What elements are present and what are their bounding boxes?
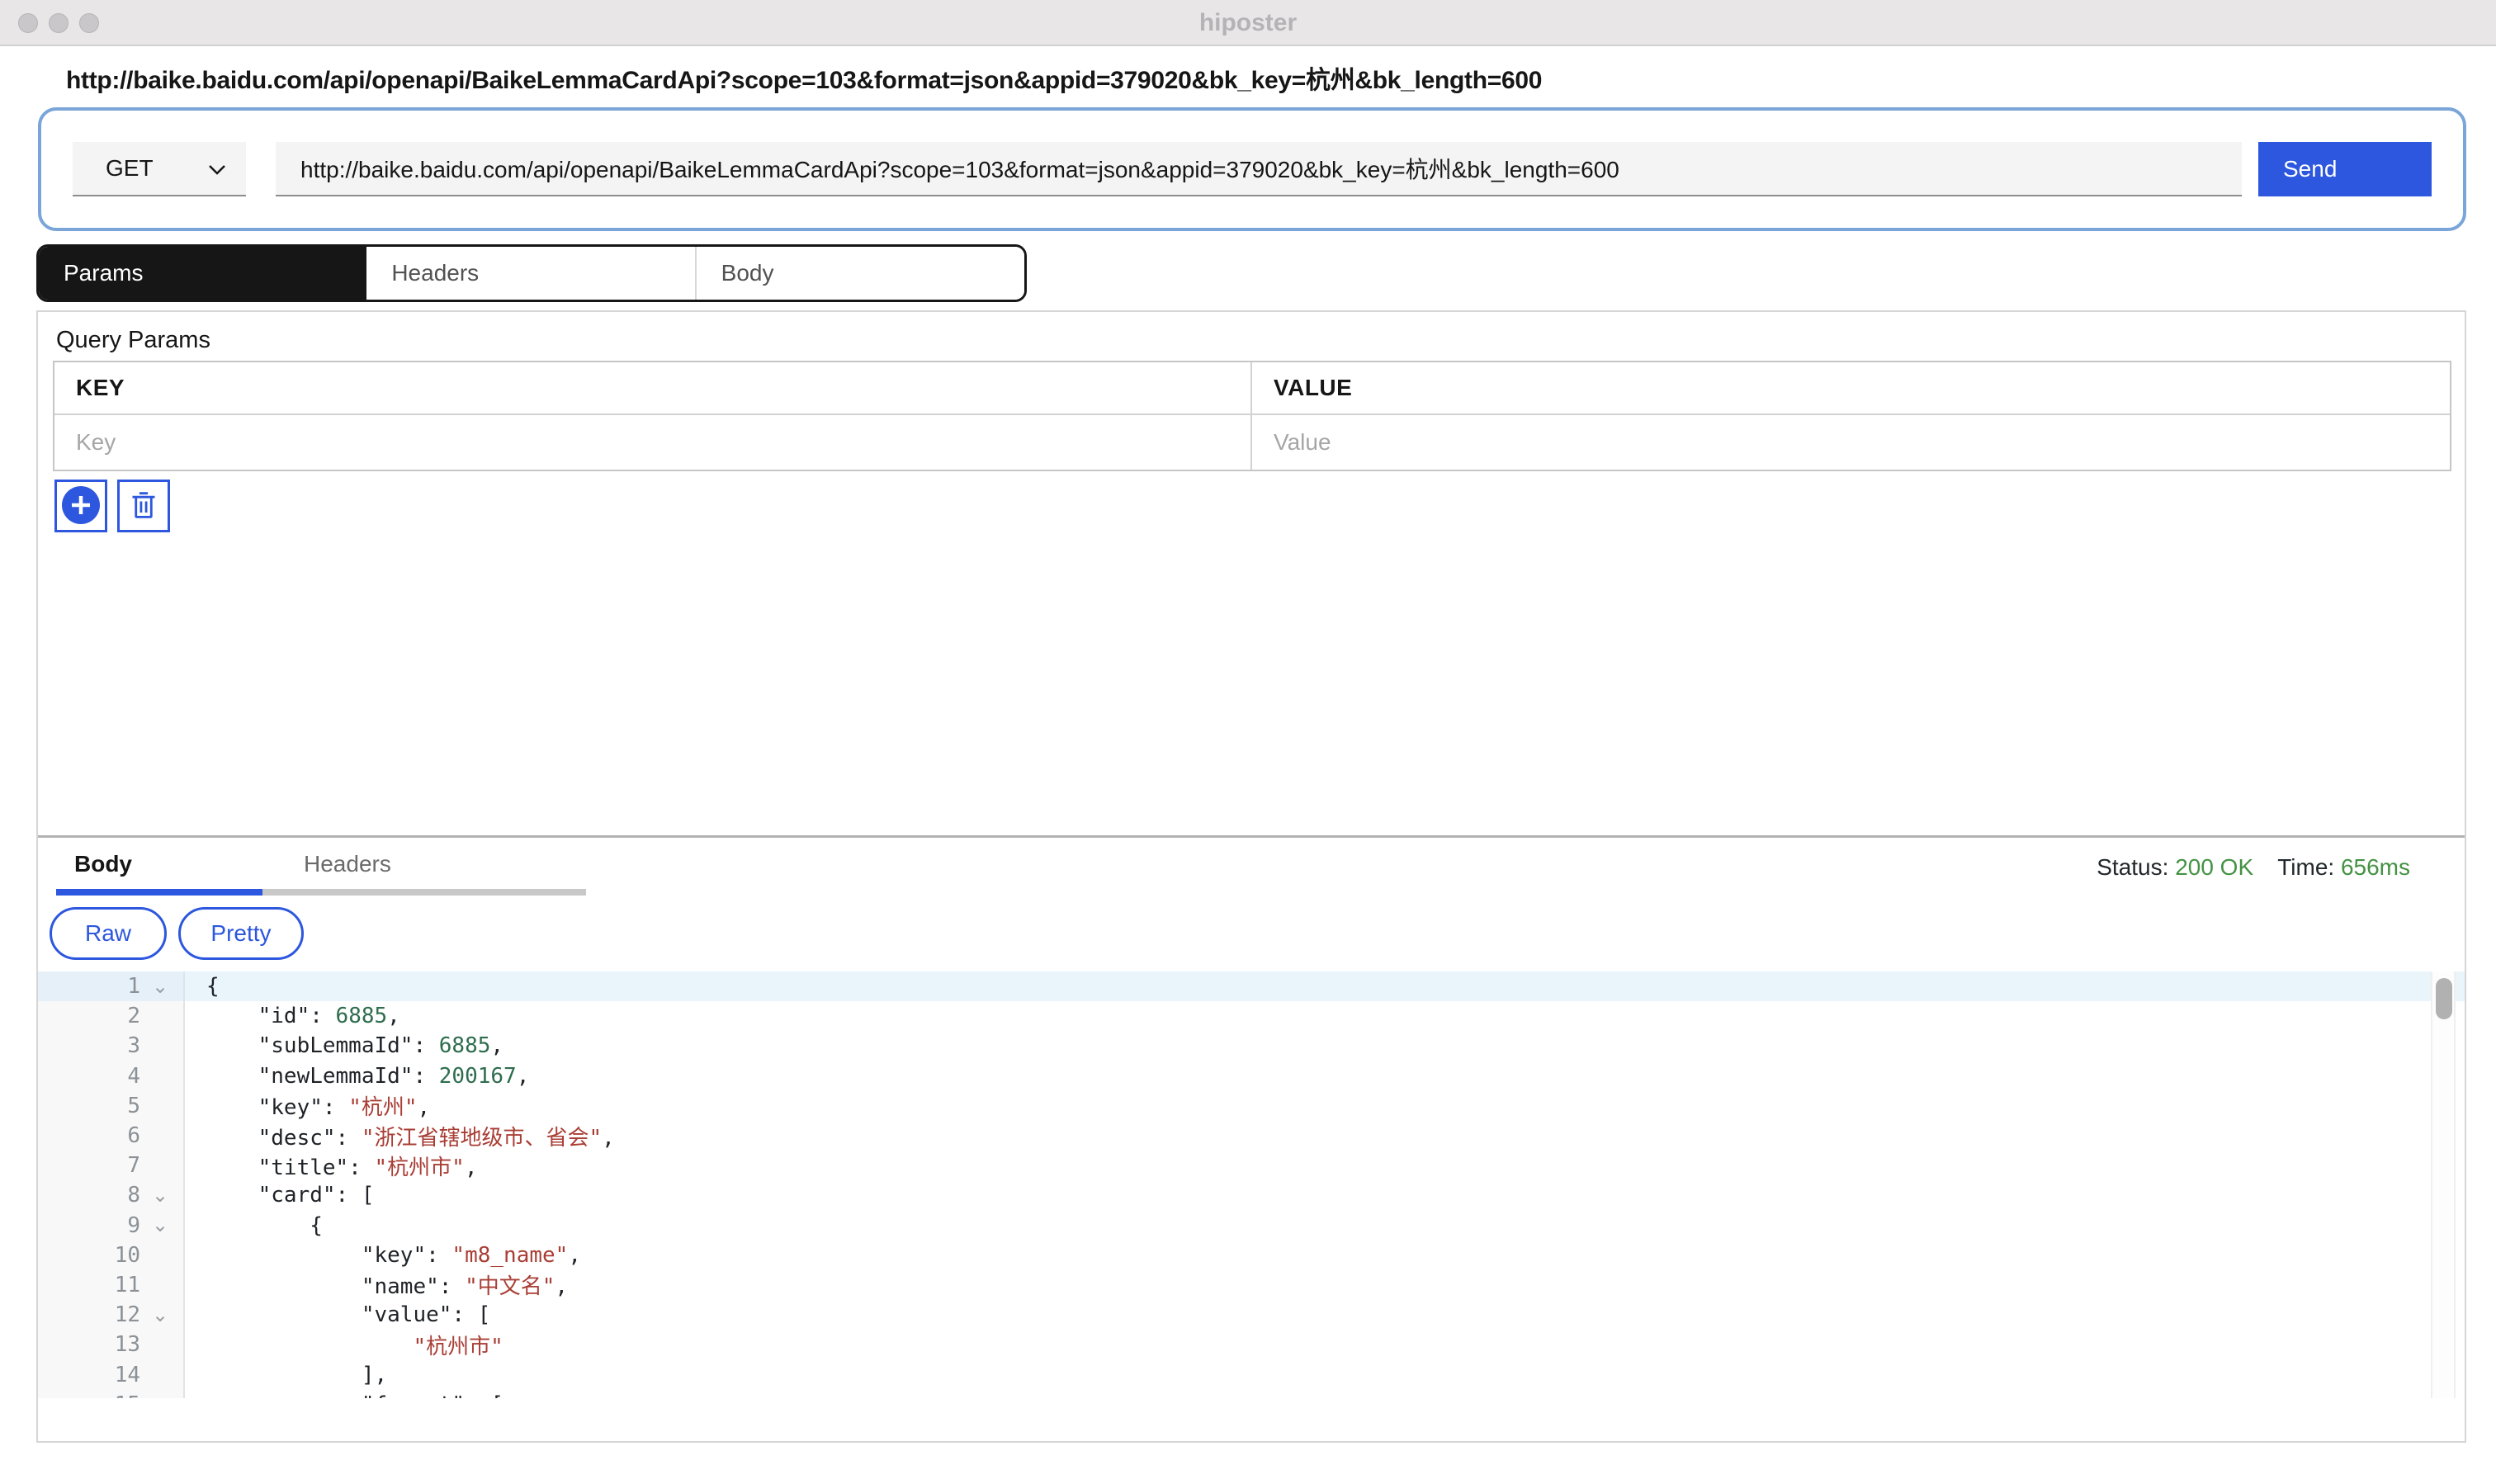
request-bar: GET Send — [38, 107, 2466, 231]
code-line: 15 "format": [ — [38, 1390, 2465, 1398]
code-line: 11 "name": "中文名", — [38, 1270, 2465, 1300]
code-line: 3 "subLemmaId": 6885, — [38, 1031, 2465, 1061]
tab-body[interactable]: Body — [695, 247, 1024, 300]
line-number-gutter: 14 — [38, 1359, 185, 1389]
response-tab-body-label: Body — [74, 851, 262, 889]
line-number-gutter: 7 — [38, 1151, 185, 1180]
line-number-gutter: 4 — [38, 1061, 185, 1091]
trash-icon — [129, 490, 158, 522]
code-text: { — [185, 974, 220, 999]
param-value-input[interactable] — [1274, 428, 2428, 457]
code-line: 5 "key": "杭州", — [38, 1091, 2465, 1121]
query-params-label: Query Params — [56, 327, 2451, 354]
line-number-gutter: 13 — [38, 1330, 185, 1359]
response-tab-body[interactable]: Body — [56, 838, 262, 896]
line-number-gutter: 11 — [38, 1270, 185, 1300]
window-title: hiposter — [0, 9, 2496, 37]
code-lines: 1⌄{2 "id": 6885,3 "subLemmaId": 6885,4 "… — [38, 971, 2465, 1398]
fold-chevron-icon[interactable]: ⌄ — [147, 1213, 183, 1237]
code-text: "desc": "浙江省辖地级市、省会", — [185, 1121, 615, 1151]
code-text: ], — [185, 1363, 387, 1387]
code-text: "key": "m8_name", — [185, 1243, 581, 1268]
window-titlebar: hiposter — [0, 0, 2496, 46]
code-line: 7 "title": "杭州市", — [38, 1151, 2465, 1180]
response-section: Body Headers Status: 200 OK Time: 656ms … — [38, 838, 2465, 1398]
status-label: Status: — [2097, 854, 2168, 880]
key-cell — [54, 415, 1252, 470]
line-number-gutter: 9⌄ — [38, 1211, 185, 1241]
chevron-down-icon — [208, 155, 226, 182]
add-param-button[interactable] — [54, 480, 107, 532]
code-text: "杭州市" — [185, 1330, 503, 1360]
response-status-line: Status: 200 OK Time: 656ms — [2097, 854, 2410, 881]
code-text: { — [185, 1213, 323, 1238]
line-number-gutter: 8⌄ — [38, 1180, 185, 1210]
fold-chevron-icon[interactable]: ⌄ — [147, 1184, 183, 1208]
method-select[interactable]: GET — [73, 142, 246, 196]
line-number-gutter: 2 — [38, 1001, 185, 1031]
column-header-key: KEY — [54, 362, 1252, 414]
response-tab-headers-label: Headers — [304, 851, 586, 889]
fold-chevron-icon[interactable]: ⌄ — [147, 1303, 183, 1327]
code-text: "name": "中文名", — [185, 1269, 568, 1300]
line-number-gutter: 12⌄ — [38, 1300, 185, 1330]
code-line: 10 "key": "m8_name", — [38, 1241, 2465, 1270]
query-params-section: Query Params KEY VALUE — [38, 312, 2465, 838]
response-body-code: 1⌄{2 "id": 6885,3 "subLemmaId": 6885,4 "… — [38, 971, 2465, 1398]
code-text: "card": [ — [185, 1183, 375, 1208]
code-line: 9⌄ { — [38, 1211, 2465, 1241]
send-button[interactable]: Send — [2258, 142, 2432, 196]
delete-param-button[interactable] — [117, 480, 170, 532]
code-line: 12⌄ "value": [ — [38, 1300, 2465, 1330]
main-panel: Query Params KEY VALUE — [36, 310, 2466, 1443]
code-text: "format": [ — [185, 1392, 503, 1398]
table-row — [54, 415, 2450, 470]
tab-params[interactable]: Params — [39, 247, 366, 300]
line-number-gutter: 6 — [38, 1121, 185, 1151]
request-tabs: Params Headers Body — [36, 244, 1027, 302]
line-number-gutter: 3 — [38, 1031, 185, 1061]
request-url-heading: http://baike.baidu.com/api/openapi/Baike… — [66, 59, 2496, 96]
code-text: "value": [ — [185, 1302, 490, 1327]
time-value: 656ms — [2341, 854, 2410, 880]
param-key-input[interactable] — [76, 428, 1229, 457]
code-line: 1⌄{ — [38, 971, 2465, 1001]
scrollbar-thumb[interactable] — [2436, 978, 2452, 1019]
line-number-gutter: 15 — [38, 1390, 185, 1398]
time-label: Time: — [2277, 854, 2334, 880]
fold-chevron-icon[interactable]: ⌄ — [147, 975, 183, 999]
response-view-buttons: Raw Pretty — [50, 907, 2465, 960]
raw-view-button[interactable]: Raw — [50, 907, 167, 960]
line-number-gutter: 5 — [38, 1091, 185, 1121]
status-value: 200 OK — [2175, 854, 2253, 880]
code-line: 6 "desc": "浙江省辖地级市、省会", — [38, 1121, 2465, 1151]
code-line: 8⌄ "card": [ — [38, 1180, 2465, 1210]
code-text: "subLemmaId": 6885, — [185, 1033, 503, 1058]
line-number-gutter: 1⌄ — [38, 971, 185, 1001]
param-row-buttons — [54, 480, 2451, 532]
code-text: "id": 6885, — [185, 1004, 400, 1028]
query-params-table: KEY VALUE — [53, 361, 2451, 471]
code-line: 2 "id": 6885, — [38, 1001, 2465, 1031]
code-text: "title": "杭州市", — [185, 1151, 477, 1181]
code-line: 14 ], — [38, 1359, 2465, 1389]
column-header-value: VALUE — [1252, 362, 2450, 414]
plus-circle-icon — [62, 486, 100, 527]
value-cell — [1252, 415, 2450, 470]
scrollbar-track — [2431, 971, 2456, 1398]
url-input[interactable] — [276, 142, 2242, 196]
pretty-view-button[interactable]: Pretty — [178, 907, 304, 960]
code-line: 13 "杭州市" — [38, 1330, 2465, 1359]
response-tab-headers[interactable]: Headers — [262, 838, 586, 896]
code-text: "newLemmaId": 200167, — [185, 1064, 529, 1089]
tab-headers[interactable]: Headers — [366, 247, 694, 300]
table-header-row: KEY VALUE — [54, 362, 2450, 415]
code-text: "key": "杭州", — [185, 1090, 430, 1121]
method-select-value: GET — [106, 155, 154, 182]
line-number-gutter: 10 — [38, 1241, 185, 1270]
code-line: 4 "newLemmaId": 200167, — [38, 1061, 2465, 1091]
